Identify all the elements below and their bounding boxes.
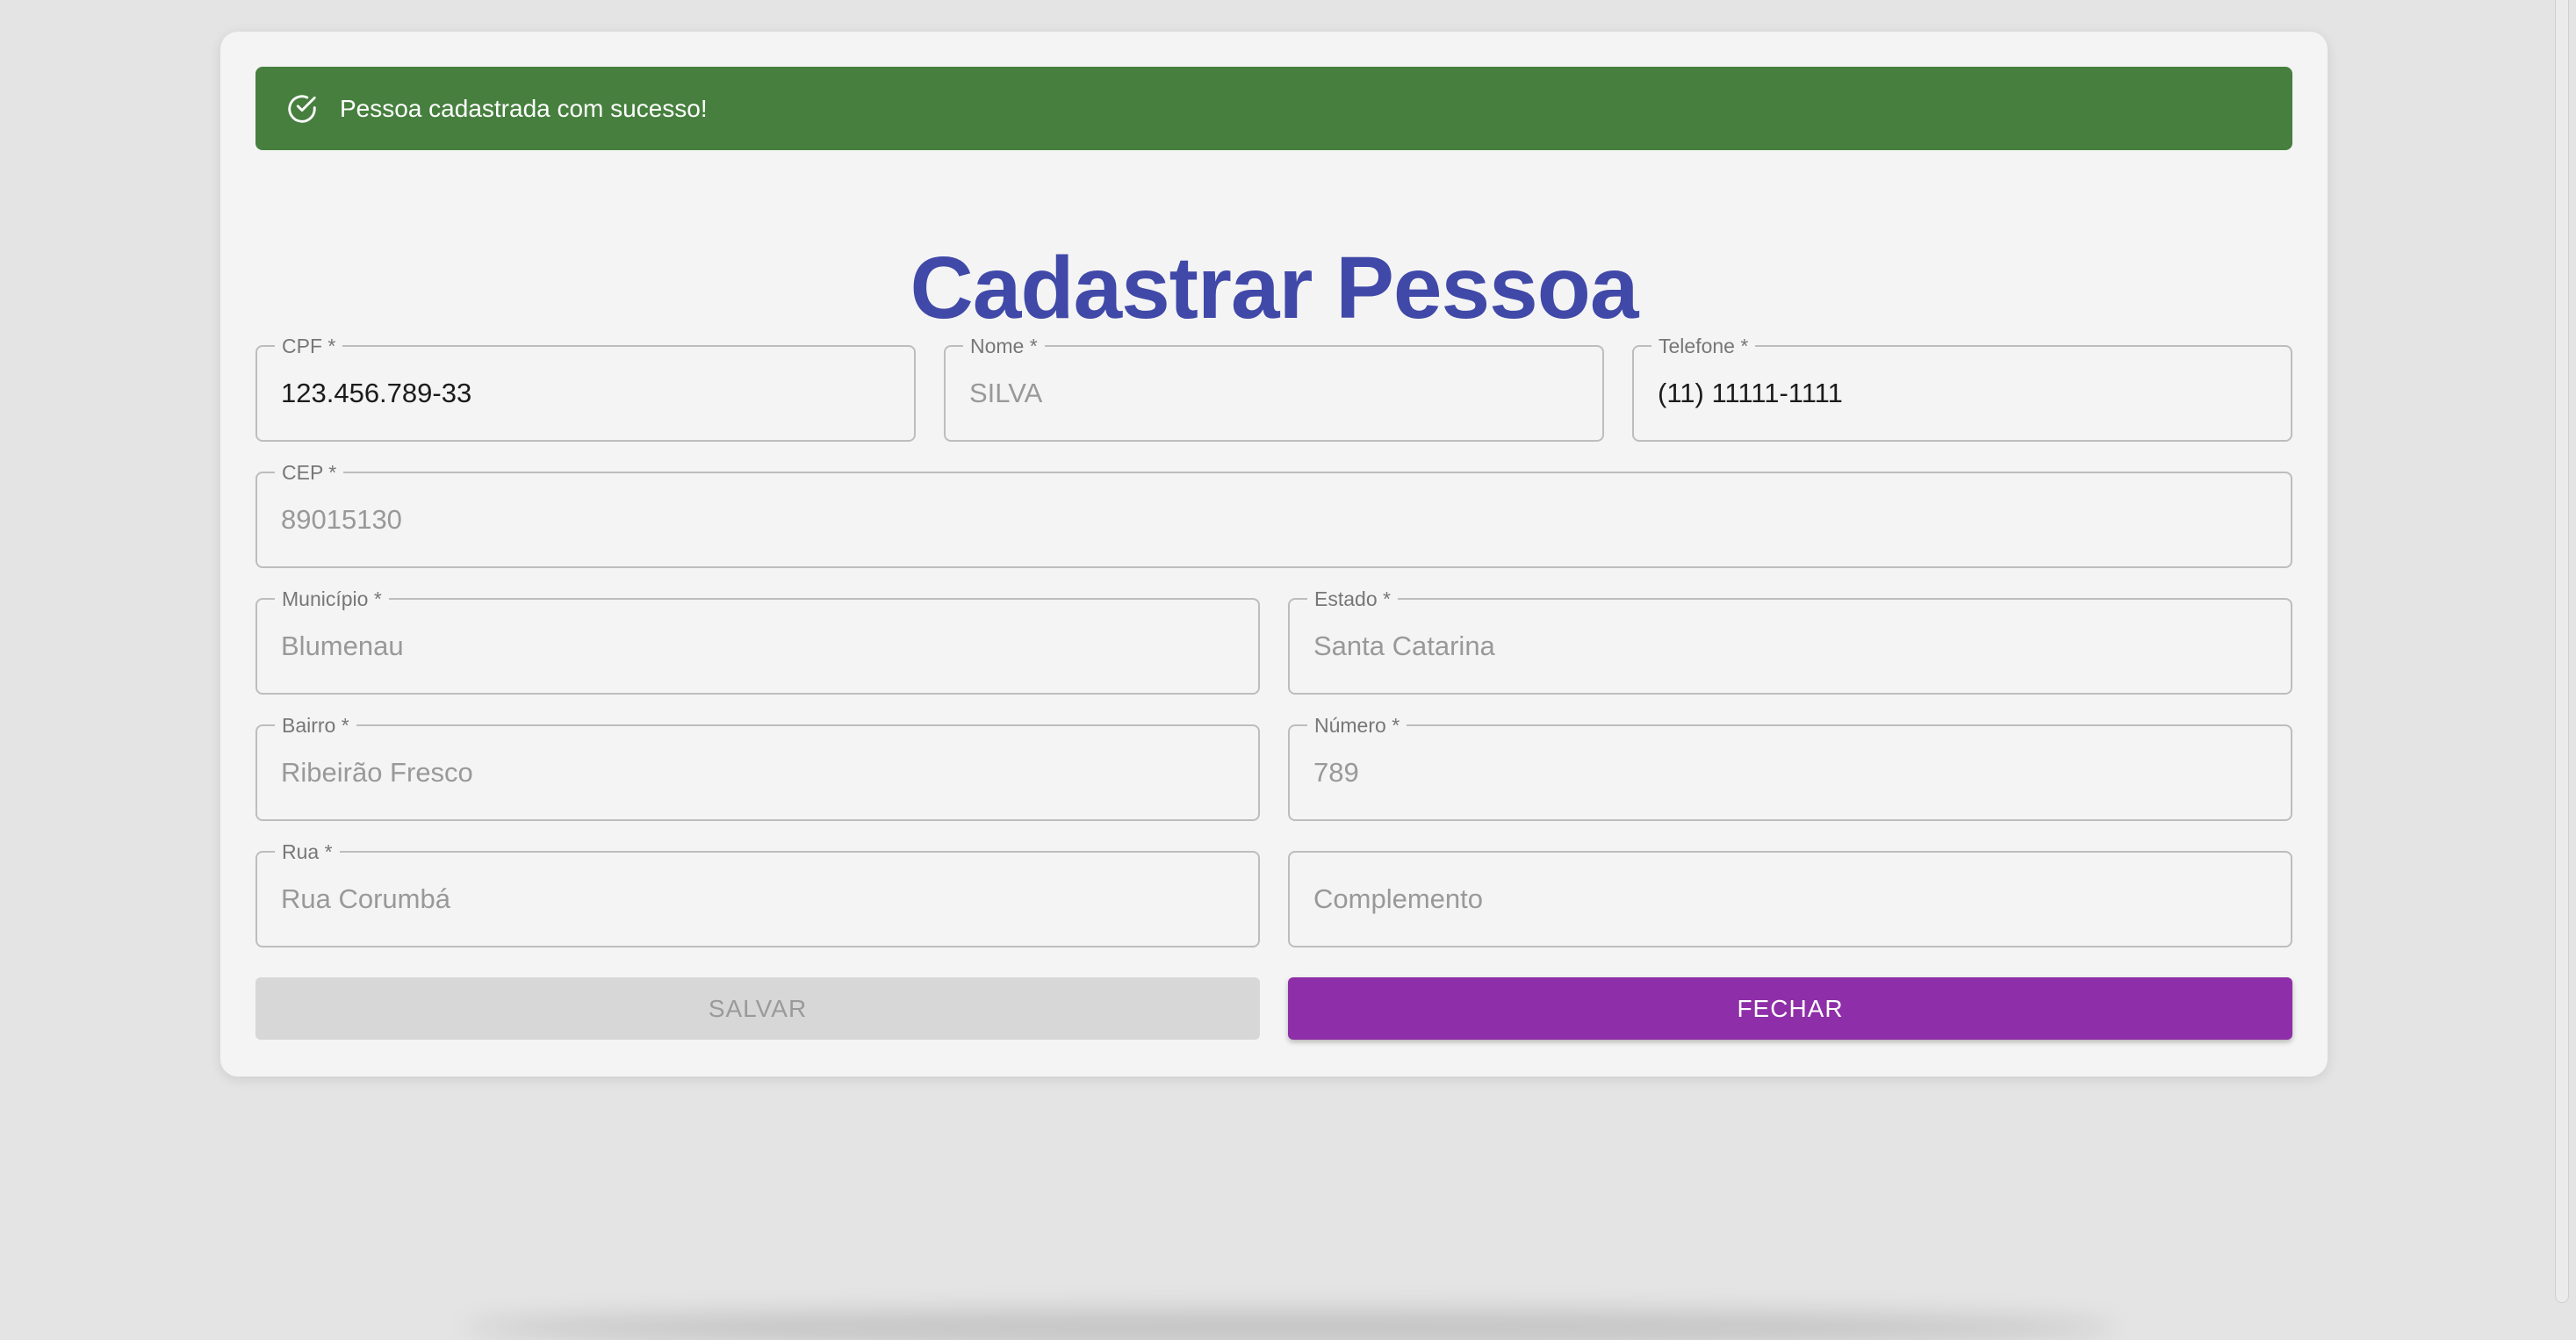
vertical-scrollbar[interactable] [2555, 0, 2569, 1303]
cep-field[interactable]: CEP * 89015130 [255, 461, 2292, 568]
numero-value: 789 [1313, 757, 1359, 788]
page: Pessoa cadastrada com sucesso! Cadastrar… [0, 0, 2576, 1340]
form-card: Pessoa cadastrada com sucesso! Cadastrar… [220, 32, 2328, 1077]
bairro-value: Ribeirão Fresco [281, 757, 473, 788]
check-circle-icon [285, 92, 319, 126]
estado-field[interactable]: Estado * Santa Catarina [1288, 587, 2292, 695]
cpf-field[interactable]: CPF * 123.456.789-33 [255, 335, 916, 442]
save-button[interactable]: SALVAR [255, 977, 1260, 1040]
telefone-value: (11) 11111-1111 [1658, 378, 1843, 408]
complemento-placeholder: Complemento [1313, 883, 1483, 914]
rua-value: Rua Corumbá [281, 883, 450, 914]
telefone-field[interactable]: Telefone * (11) 11111-1111 [1632, 335, 2292, 442]
close-button[interactable]: FECHAR [1288, 977, 2292, 1040]
numero-field[interactable]: Número * 789 [1288, 714, 2292, 821]
complemento-field[interactable]: Complemento [1288, 851, 2292, 947]
municipio-value: Blumenau [281, 630, 404, 661]
cep-value: 89015130 [281, 504, 402, 535]
bottom-shadow [465, 1310, 2116, 1340]
municipio-field[interactable]: Município * Blumenau [255, 587, 1260, 695]
estado-value: Santa Catarina [1313, 630, 1495, 661]
nome-field[interactable]: Nome * SILVA [944, 335, 1604, 442]
success-alert: Pessoa cadastrada com sucesso! [255, 67, 2292, 150]
bairro-field[interactable]: Bairro * Ribeirão Fresco [255, 714, 1260, 821]
alert-message: Pessoa cadastrada com sucesso! [340, 94, 708, 122]
rua-field[interactable]: Rua * Rua Corumbá [255, 840, 1260, 947]
nome-value: SILVA [969, 378, 1043, 408]
page-title: Cadastrar Pessoa [910, 239, 1639, 337]
cpf-value: 123.456.789-33 [281, 378, 472, 408]
